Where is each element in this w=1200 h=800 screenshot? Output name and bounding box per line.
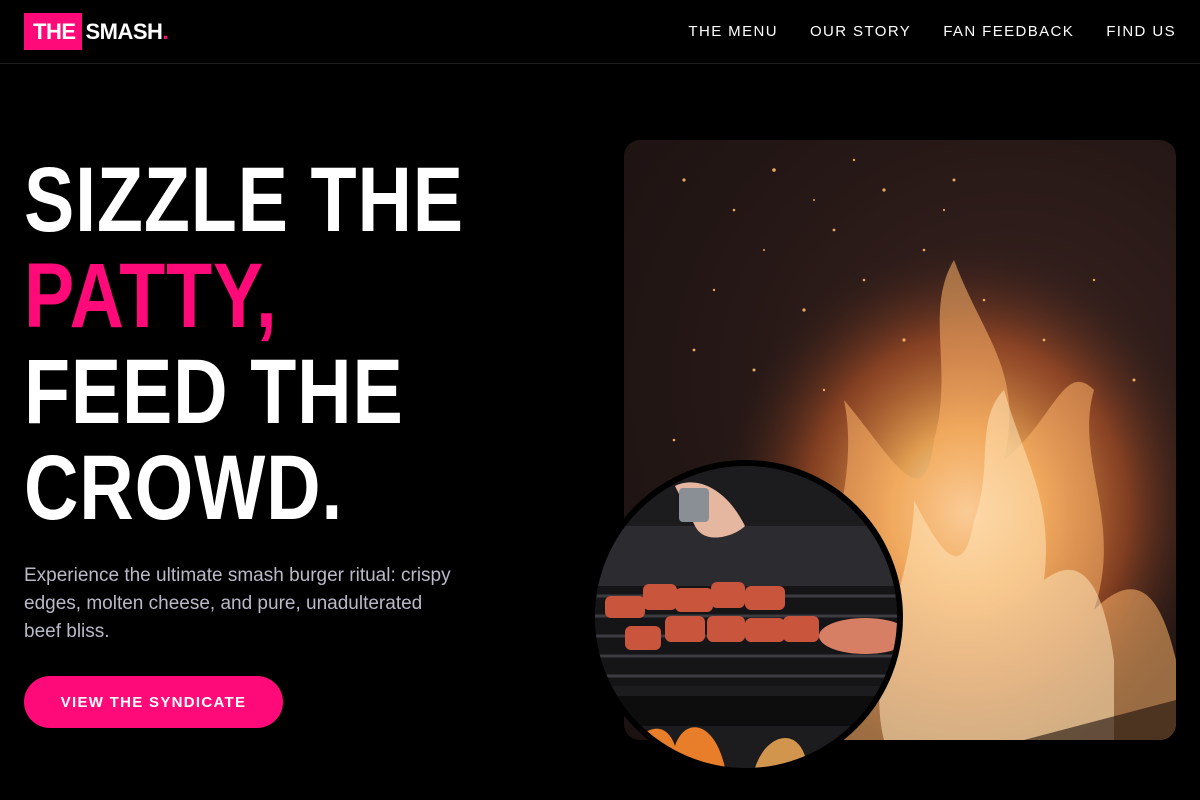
nav-item-fan-feedback[interactable]: FAN FEEDBACK — [943, 23, 1074, 40]
headline-line-1: SIZZLE THE — [24, 149, 464, 251]
nav-item-find-us[interactable]: FIND US — [1106, 23, 1176, 40]
grill-skewers-photo — [589, 460, 903, 774]
nav-item-menu[interactable]: THE MENU — [688, 23, 778, 40]
logo-word-text: SMASH — [85, 18, 163, 44]
landing-page: THE SMASH . THE MENU OUR STORY FAN FEEDB… — [0, 0, 1200, 800]
main-nav: THE MENU OUR STORY FAN FEEDBACK FIND US — [688, 23, 1176, 40]
nav-item-our-story[interactable]: OUR STORY — [810, 23, 911, 40]
headline-line-4: CROWD. — [24, 437, 344, 539]
site-header: THE SMASH . THE MENU OUR STORY FAN FEEDB… — [0, 0, 1200, 64]
logo-dot: . — [162, 18, 169, 44]
hero-lead-text: Experience the ultimate smash burger rit… — [24, 565, 451, 642]
hero-headline: SIZZLE THE PATTY, FEED THE CROWD. — [24, 152, 464, 536]
headline-line-2-accent: PATTY, — [24, 245, 278, 347]
logo-box-text: THE — [24, 13, 82, 50]
brand-logo[interactable]: THE SMASH . — [24, 13, 169, 50]
view-syndicate-button[interactable]: VIEW THE SYNDICATE — [24, 676, 283, 728]
headline-line-3: FEED THE — [24, 341, 404, 443]
grill-illustration — [595, 466, 897, 768]
